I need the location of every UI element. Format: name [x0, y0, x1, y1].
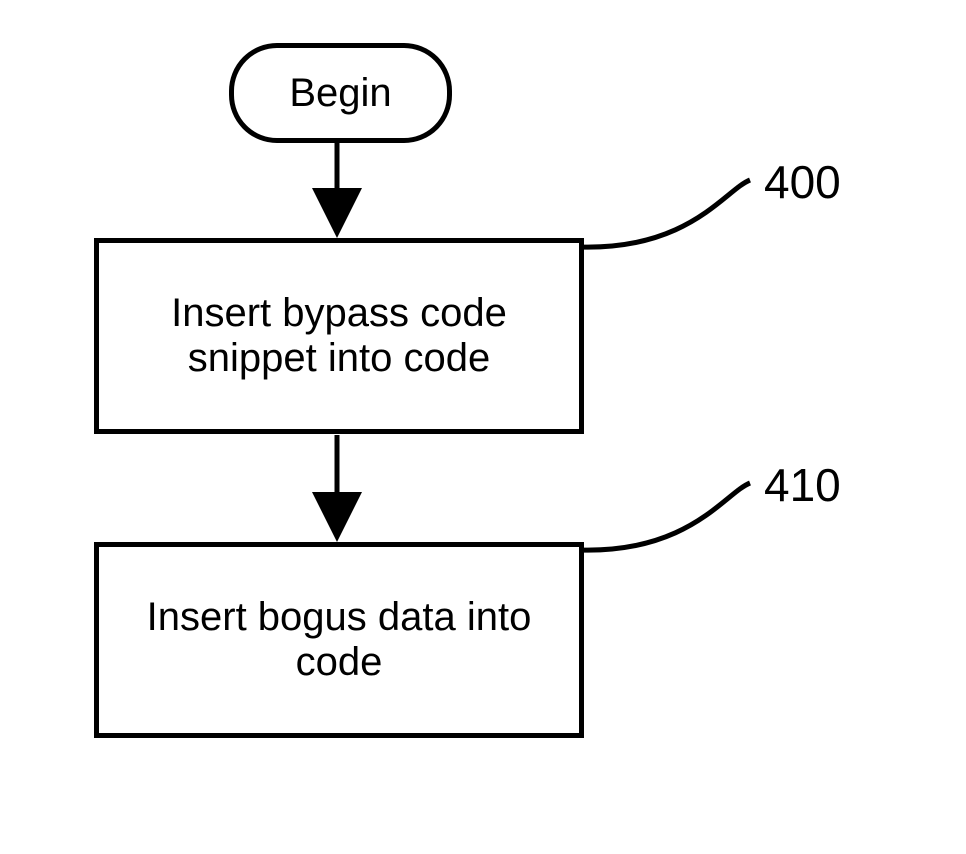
ref-label-410: 410 [764, 458, 841, 512]
process-box-410: Insert bogus data into code [94, 542, 584, 738]
begin-terminator: Begin [229, 43, 452, 143]
ref-label-400: 400 [764, 155, 841, 209]
process-410-line2: code [296, 640, 383, 684]
process-410-line1: Insert bogus data into [147, 595, 532, 639]
process-400-line1: Insert bypass code [171, 291, 507, 335]
process-box-400: Insert bypass code snippet into code [94, 238, 584, 434]
process-400-line2: snippet into code [188, 336, 490, 380]
begin-label: Begin [289, 71, 391, 116]
